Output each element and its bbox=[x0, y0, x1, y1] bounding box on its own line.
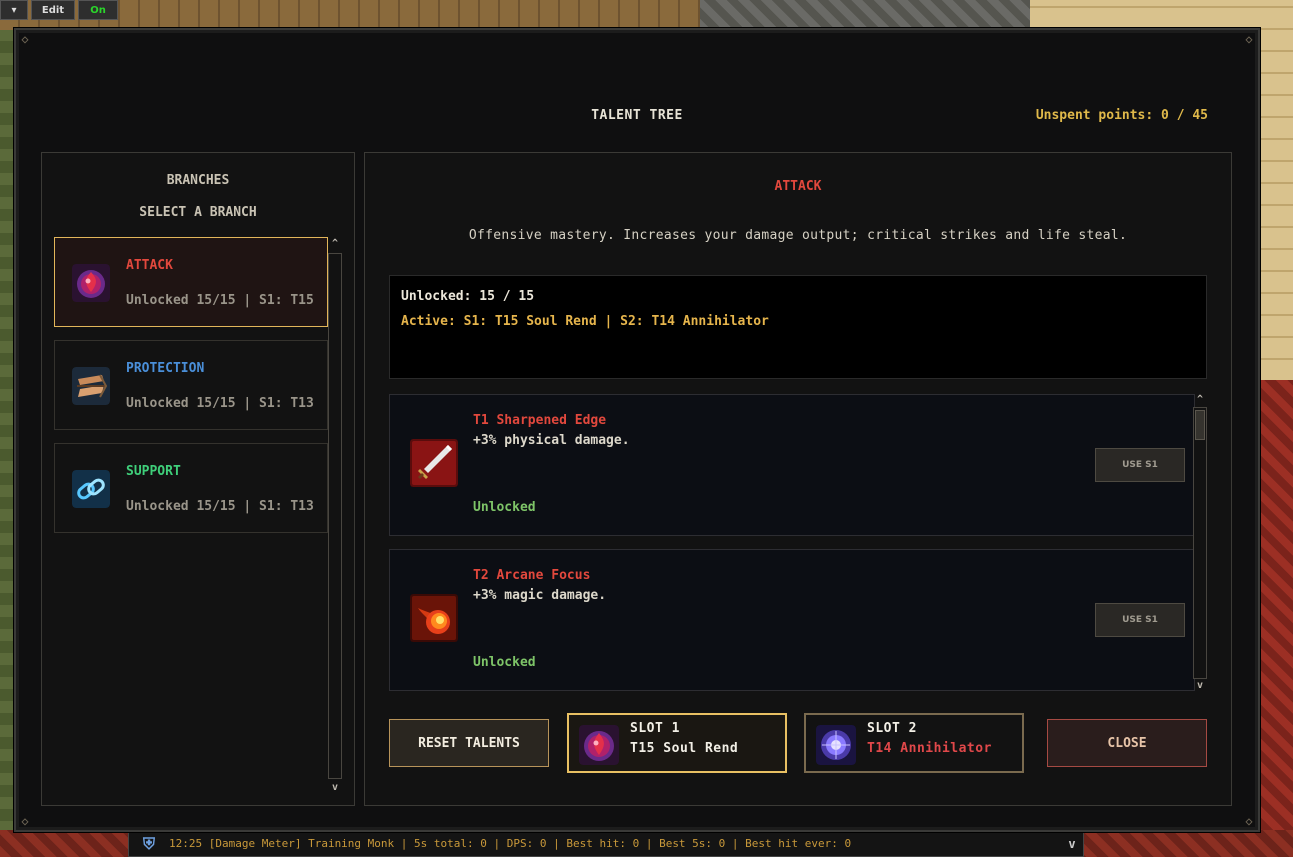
talent-tree-window: ◇ ◇ ◇ ◇ TALENT TREE Unspent points: 0 / … bbox=[14, 28, 1260, 832]
hud-on-toggle[interactable]: On bbox=[78, 0, 118, 20]
branch-description: Offensive mastery. Increases your damage… bbox=[468, 228, 1128, 243]
scroll-track[interactable] bbox=[328, 253, 342, 779]
branch-summary-box: Unlocked: 15 / 15 Active: S1: T15 Soul R… bbox=[389, 275, 1207, 379]
grass-tiles bbox=[0, 30, 14, 857]
chat-bar: ⛨ 12:25 [Damage Meter] Training Monk | 5… bbox=[128, 830, 1084, 857]
hud-dropdown-button[interactable]: ▾ bbox=[0, 0, 28, 20]
branches-title: BRANCHES bbox=[166, 173, 230, 188]
scroll-up-icon[interactable]: ^ bbox=[328, 237, 342, 251]
stone-tiles bbox=[700, 0, 1030, 30]
chat-message: 12:25 [Damage Meter] Training Monk | 5s … bbox=[169, 837, 852, 850]
hud-edit-button[interactable]: Edit bbox=[31, 0, 75, 20]
active-slots-summary: Active: S1: T15 Soul Rend | S2: T14 Anni… bbox=[401, 314, 769, 329]
branch-name: PROTECTION bbox=[126, 361, 205, 376]
scroll-up-icon[interactable]: ^ bbox=[1193, 393, 1207, 407]
talent-name: T2 Arcane Focus bbox=[473, 568, 591, 583]
red-brick-tiles bbox=[1255, 380, 1293, 857]
slot-label: SLOT 2 bbox=[867, 721, 917, 736]
branch-status: Unlocked 15/15 | S1: T15 bbox=[126, 293, 314, 308]
talent-status: Unlocked bbox=[473, 655, 536, 670]
arcane-orb-icon bbox=[816, 725, 856, 765]
branches-subtitle: SELECT A BRANCH bbox=[139, 205, 257, 220]
branch-name: ATTACK bbox=[126, 258, 173, 273]
soul-orb-icon bbox=[72, 264, 110, 302]
slot-2-button[interactable]: SLOT 2 T14 Annihilator bbox=[804, 713, 1024, 773]
scroll-down-icon[interactable]: v bbox=[328, 781, 342, 795]
scroll-thumb[interactable] bbox=[1195, 410, 1205, 440]
fireball-icon bbox=[410, 594, 458, 642]
branches-panel: BRANCHES SELECT A BRANCH ATTACK Unlocked… bbox=[41, 152, 355, 806]
chat-scroll-button[interactable]: v bbox=[1061, 837, 1083, 851]
branch-status: Unlocked 15/15 | S1: T13 bbox=[126, 396, 314, 411]
hud-controls: ▾ Edit On bbox=[0, 0, 118, 22]
use-s1-button[interactable]: USE S1 bbox=[1095, 603, 1185, 637]
branches-scrollbar[interactable]: ^ v bbox=[328, 237, 342, 797]
slot-1-button[interactable]: SLOT 1 T15 Soul Rend bbox=[567, 713, 787, 773]
close-button[interactable]: CLOSE bbox=[1047, 719, 1207, 767]
branch-detail-title: ATTACK bbox=[774, 179, 822, 194]
talents-scrollbar[interactable]: ^ v bbox=[1193, 393, 1207, 693]
branch-name: SUPPORT bbox=[126, 464, 181, 479]
use-s1-button[interactable]: USE S1 bbox=[1095, 448, 1185, 482]
slot-talent-name: T14 Annihilator bbox=[867, 741, 992, 756]
sword-icon bbox=[410, 439, 458, 487]
talent-card: T2 Arcane Focus +3% magic damage. Unlock… bbox=[389, 549, 1195, 691]
branch-item-protection[interactable]: PROTECTION Unlocked 15/15 | S1: T13 bbox=[54, 340, 328, 430]
corner-ornament-icon: ◇ bbox=[21, 814, 29, 828]
unspent-points: Unspent points: 0 / 45 bbox=[1035, 108, 1208, 123]
branch-status: Unlocked 15/15 | S1: T13 bbox=[126, 499, 314, 514]
corner-ornament-icon: ◇ bbox=[21, 32, 29, 46]
soul-orb-icon bbox=[579, 725, 619, 765]
corner-ornament-icon: ◇ bbox=[1245, 814, 1253, 828]
chain-link-icon bbox=[72, 470, 110, 508]
branch-detail-panel: ATTACK Offensive mastery. Increases your… bbox=[364, 152, 1232, 806]
reset-talents-button[interactable]: RESET TALENTS bbox=[389, 719, 549, 767]
branch-item-attack[interactable]: ATTACK Unlocked 15/15 | S1: T15 bbox=[54, 237, 328, 327]
slot-talent-name: T15 Soul Rend bbox=[630, 741, 739, 756]
talent-description: +3% magic damage. bbox=[473, 588, 607, 603]
corner-ornament-icon: ◇ bbox=[1245, 32, 1253, 46]
talent-card: T1 Sharpened Edge +3% physical damage. U… bbox=[389, 394, 1195, 536]
talent-description: +3% physical damage. bbox=[473, 433, 630, 448]
guild-emblem-icon[interactable]: ⛨ bbox=[129, 830, 169, 857]
slot-label: SLOT 1 bbox=[630, 721, 680, 736]
branch-item-support[interactable]: SUPPORT Unlocked 15/15 | S1: T13 bbox=[54, 443, 328, 533]
unlocked-count: Unlocked: 15 / 15 bbox=[401, 289, 535, 304]
talent-name: T1 Sharpened Edge bbox=[473, 413, 607, 428]
scroll-down-icon[interactable]: v bbox=[1193, 679, 1207, 693]
talent-status: Unlocked bbox=[473, 500, 536, 515]
shield-bow-icon bbox=[72, 367, 110, 405]
scroll-track[interactable] bbox=[1193, 407, 1207, 679]
